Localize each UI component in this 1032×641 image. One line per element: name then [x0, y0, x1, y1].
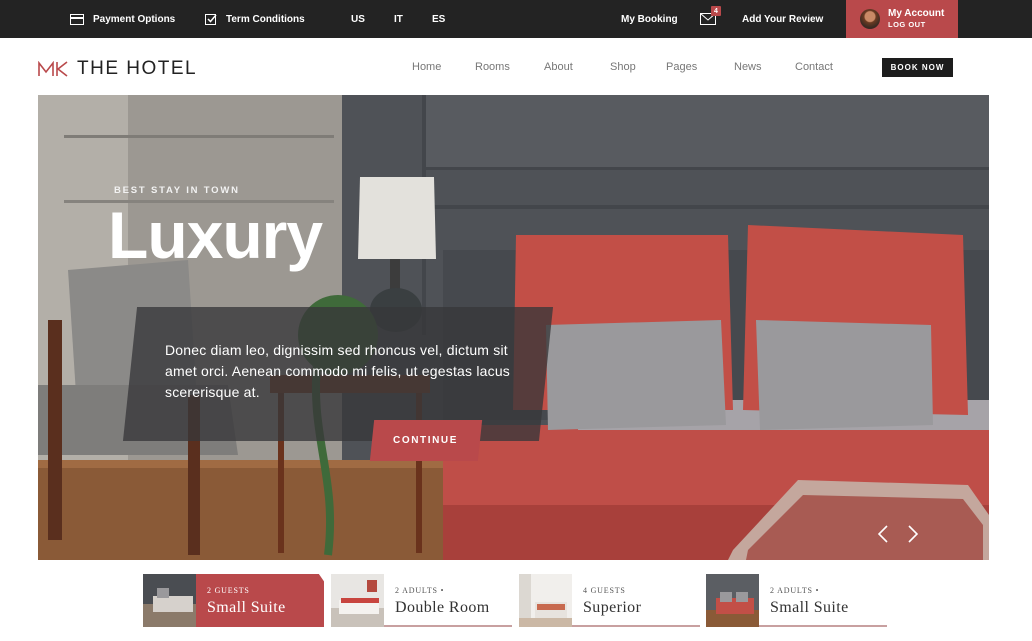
add-review-link[interactable]: Add Your Review: [742, 0, 823, 38]
hero-eyebrow: BEST STAY IN TOWN: [114, 185, 240, 196]
nav-pages[interactable]: Pages: [666, 61, 697, 73]
nav-contact[interactable]: Contact: [795, 61, 833, 73]
room-name: Small Suite: [207, 599, 286, 616]
term-conditions-label: Term Conditions: [226, 13, 305, 25]
account-title: My Account: [888, 8, 945, 19]
room-capacity: 2 ADULTS •: [395, 586, 445, 595]
room-card[interactable]: 2 ADULTS • Double Room: [331, 574, 512, 627]
nav-shop[interactable]: Shop: [610, 61, 636, 73]
room-thumbnail: [519, 574, 572, 627]
top-bar: Payment Options Term Conditions US IT ES…: [0, 0, 1032, 38]
logout-link[interactable]: LOG OUT: [888, 19, 944, 30]
nav-home[interactable]: Home: [412, 61, 441, 73]
payment-options-link[interactable]: Payment Options: [70, 0, 175, 38]
continue-label: CONTINUE: [393, 435, 459, 446]
room-info: 2 GUESTS Small Suite: [196, 574, 324, 627]
continue-button[interactable]: CONTINUE: [369, 420, 483, 461]
room-card[interactable]: 2 GUESTS Small Suite: [143, 574, 324, 627]
room-card[interactable]: 2 ADULTS • Small Suite: [706, 574, 887, 627]
nav-rooms[interactable]: Rooms: [475, 61, 510, 73]
room-thumbnail: [143, 574, 196, 627]
hero-title: Luxury: [108, 198, 323, 272]
nav-about[interactable]: About: [544, 61, 573, 73]
nav-news[interactable]: News: [734, 61, 762, 73]
site-header: THE HOTEL Home Rooms About Shop Pages Ne…: [0, 38, 1032, 96]
language-es[interactable]: ES: [432, 0, 445, 38]
logo-mark-icon: [38, 61, 68, 77]
room-thumbnail: [331, 574, 384, 627]
chevron-right-icon: [908, 525, 918, 543]
room-thumbnail: [706, 574, 759, 627]
credit-card-icon: [70, 13, 84, 25]
hero-slider: BEST STAY IN TOWN Luxury Donec diam leo,…: [38, 95, 989, 560]
hero-description: Donec diam leo, dignissim sed rhoncus ve…: [165, 342, 511, 400]
room-capacity: 4 GUESTS: [583, 586, 626, 595]
room-name: Double Room: [395, 599, 490, 616]
room-card[interactable]: 4 GUESTS Superior: [519, 574, 700, 627]
logo[interactable]: THE HOTEL: [38, 58, 197, 80]
prev-slide-button[interactable]: [874, 523, 892, 545]
my-account-button[interactable]: My Account LOG OUT: [846, 0, 958, 38]
room-info: 2 ADULTS • Double Room: [384, 574, 512, 627]
term-conditions-link[interactable]: Term Conditions: [205, 0, 305, 38]
avatar: [860, 9, 880, 29]
next-slide-button[interactable]: [904, 523, 922, 545]
room-info: 4 GUESTS Superior: [572, 574, 700, 627]
language-it[interactable]: IT: [394, 0, 403, 38]
checkbox-icon: [205, 14, 217, 25]
my-booking-link[interactable]: My Booking: [621, 0, 678, 38]
payment-options-label: Payment Options: [93, 13, 176, 25]
mail-count-badge: 4: [711, 6, 721, 16]
chevron-left-icon: [878, 525, 888, 543]
room-name: Superior: [583, 599, 642, 616]
room-info: 2 ADULTS • Small Suite: [759, 574, 887, 627]
logo-text: THE HOTEL: [77, 58, 198, 79]
language-us[interactable]: US: [351, 0, 365, 38]
room-capacity: 2 GUESTS: [207, 586, 250, 595]
room-name: Small Suite: [770, 599, 849, 616]
room-capacity: 2 ADULTS •: [770, 586, 820, 595]
book-now-button[interactable]: BOOK NOW: [882, 58, 953, 77]
